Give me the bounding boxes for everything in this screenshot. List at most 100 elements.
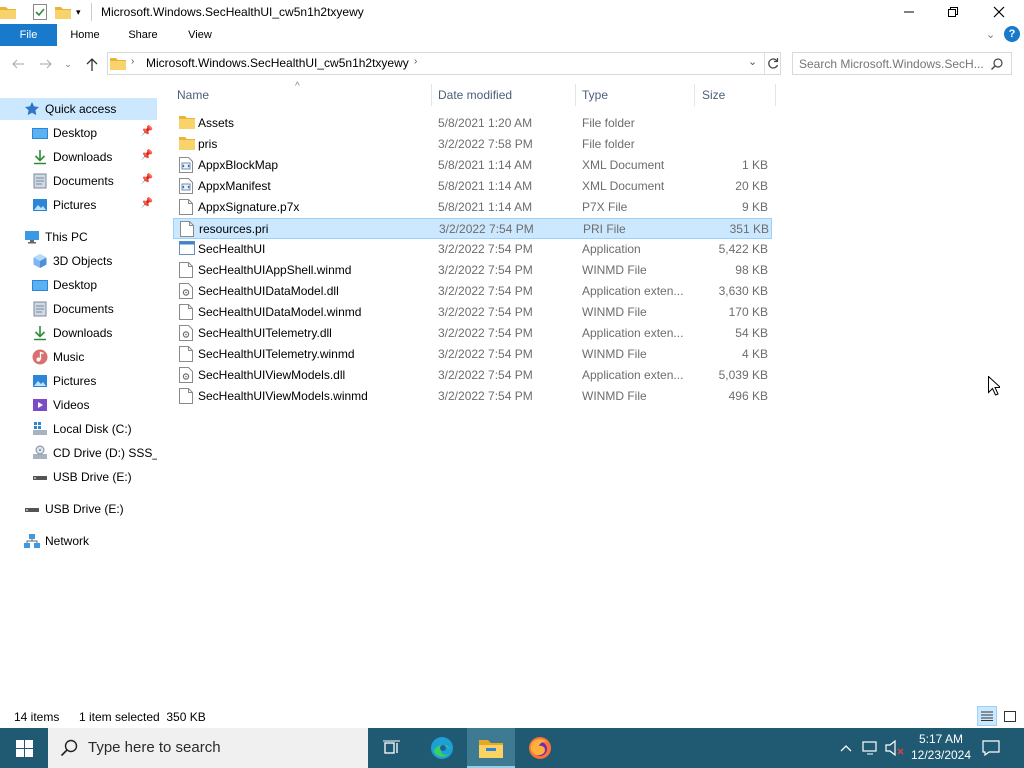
file-row[interactable]: SecHealthUIDataModel.winmd 3/2/2022 7:54 … xyxy=(173,302,772,323)
taskbar-file-explorer[interactable] xyxy=(467,728,515,768)
file-date-modified: 3/2/2022 7:54 PM xyxy=(439,222,534,236)
file-row[interactable]: SecHealthUITelemetry.winmd 3/2/2022 7:54 … xyxy=(173,344,772,365)
documents-icon xyxy=(32,173,48,189)
nav-local-disk[interactable]: Local Disk (C:) xyxy=(0,418,157,440)
file-row[interactable]: resources.pri 3/2/2022 7:54 PM PRI File 351… xyxy=(173,218,772,239)
file-row[interactable]: SecHealthUIAppShell.winmd 3/2/2022 7:54 P… xyxy=(173,260,772,281)
file-size: 3,630 KB xyxy=(718,284,768,298)
file-name: SecHealthUITelemetry.dll xyxy=(198,326,332,340)
nav-usb-drive[interactable]: USB Drive (E:) xyxy=(0,498,157,520)
file-row[interactable]: SecHealthUI 3/2/2022 7:54 PM Application 5,… xyxy=(173,239,772,260)
nav-qa-desktop[interactable]: Desktop 📌 xyxy=(0,122,157,144)
show-hidden-icons-button[interactable] xyxy=(836,728,856,768)
network-tray-button[interactable] xyxy=(860,728,882,768)
column-header-date[interactable]: Date modified xyxy=(432,84,576,106)
taskbar-edge[interactable] xyxy=(418,728,466,768)
documents-icon xyxy=(32,301,48,317)
search-icon[interactable] xyxy=(991,58,1003,70)
minimize-button[interactable] xyxy=(886,0,932,24)
column-header-name[interactable]: Name ^ xyxy=(171,81,432,106)
recent-locations-chevron-icon[interactable]: ⌄ xyxy=(58,54,78,74)
notifications-button[interactable] xyxy=(980,728,1002,768)
file-type: WINMD File xyxy=(582,305,647,319)
network-ethernet-icon xyxy=(862,741,877,755)
nav-qa-pictures[interactable]: Pictures 📌 xyxy=(0,194,157,216)
breadcrumb-chevron-icon[interactable]: › xyxy=(414,56,417,67)
file-date-modified: 3/2/2022 7:54 PM xyxy=(438,326,533,340)
file-row[interactable]: AppxManifest 5/8/2021 1:14 AM XML Document… xyxy=(173,176,772,197)
file-row[interactable]: AppxBlockMap 5/8/2021 1:14 AM XML Document… xyxy=(173,155,772,176)
pin-icon[interactable]: 📌 xyxy=(141,126,153,137)
file-row[interactable]: AppxSignature.p7x 5/8/2021 1:14 AM P7X Fil… xyxy=(173,197,772,218)
search-input[interactable] xyxy=(799,56,985,71)
nav-network[interactable]: Network xyxy=(0,530,157,552)
task-view-icon xyxy=(383,740,400,754)
details-view-button[interactable] xyxy=(977,706,997,726)
file-size: 351 KB xyxy=(729,222,769,236)
file-size: 9 KB xyxy=(741,200,768,214)
customize-toolbar-chevron-icon[interactable]: ▾ xyxy=(76,3,81,21)
nav-cd-drive[interactable]: CD Drive (D:) SSS_X6 xyxy=(0,442,157,464)
address-dropdown-icon[interactable]: ⌄ xyxy=(748,55,757,68)
new-folder-icon[interactable] xyxy=(55,3,71,21)
up-button[interactable] xyxy=(82,54,102,74)
close-button[interactable] xyxy=(976,0,1022,24)
file-row[interactable]: SecHealthUIDataModel.dll 3/2/2022 7:54 PM… xyxy=(173,281,772,302)
file-row[interactable]: SecHealthUIViewModels.dll 3/2/2022 7:54 P… xyxy=(173,365,772,386)
nav-qa-downloads[interactable]: Downloads 📌 xyxy=(0,146,157,168)
folder-icon[interactable] xyxy=(0,3,16,21)
back-button[interactable] xyxy=(8,54,28,74)
star-icon xyxy=(24,101,40,117)
help-icon[interactable]: ? xyxy=(1004,26,1020,42)
column-header-size[interactable]: Size xyxy=(696,84,776,106)
pin-icon[interactable]: 📌 xyxy=(141,150,153,161)
large-icons-view-button[interactable] xyxy=(1000,706,1020,726)
properties-icon[interactable] xyxy=(33,3,47,21)
xml-document-icon xyxy=(179,157,193,173)
breadcrumb-current[interactable]: Microsoft.Windows.SecHealthUI_cw5n1h2txy… xyxy=(146,56,409,70)
nav-music[interactable]: Music xyxy=(0,346,157,368)
file-name: Assets xyxy=(198,116,235,130)
file-row[interactable]: Assets 5/8/2021 1:20 AM File folder xyxy=(173,113,772,134)
restore-button[interactable] xyxy=(930,0,976,24)
nav-this-pc[interactable]: This PC xyxy=(0,226,157,248)
file-row[interactable]: pris 3/2/2022 7:58 PM File folder xyxy=(173,134,772,155)
taskbar-clock[interactable]: 5:17 AM 12/23/2024 xyxy=(906,731,976,763)
file-row[interactable]: SecHealthUIViewModels.winmd 3/2/2022 7:54… xyxy=(173,386,772,407)
breadcrumb-chevron-icon[interactable]: › xyxy=(131,56,134,67)
taskbar-search-box[interactable]: Type here to search xyxy=(48,728,368,768)
file-type: Application exten... xyxy=(582,368,684,382)
forward-button[interactable] xyxy=(36,54,56,74)
nav-quick-access[interactable]: Quick access xyxy=(0,98,157,120)
file-row[interactable]: SecHealthUITelemetry.dll 3/2/2022 7:54 PM… xyxy=(173,323,772,344)
pin-icon[interactable]: 📌 xyxy=(141,174,153,185)
pin-icon[interactable]: 📌 xyxy=(141,198,153,209)
search-box[interactable] xyxy=(792,52,1012,75)
expand-ribbon-chevron-icon[interactable]: ⌄ xyxy=(986,28,995,41)
nav-videos[interactable]: Videos xyxy=(0,394,157,416)
tab-file[interactable]: File xyxy=(0,24,57,46)
nav-usb-drive-sub[interactable]: USB Drive (E:) xyxy=(0,466,157,488)
address-bar[interactable]: › Microsoft.Windows.SecHealthUI_cw5n1h2t… xyxy=(107,52,781,75)
nav-documents[interactable]: Documents xyxy=(0,298,157,320)
refresh-icon[interactable] xyxy=(767,57,779,70)
nav-desktop[interactable]: Desktop xyxy=(0,274,157,296)
nav-pictures[interactable]: Pictures xyxy=(0,370,157,392)
nav-3d-objects[interactable]: 3D Objects xyxy=(0,250,157,272)
nav-qa-documents[interactable]: Documents 📌 xyxy=(0,170,157,192)
tab-home[interactable]: Home xyxy=(60,24,110,46)
file-type: WINMD File xyxy=(582,347,647,361)
tab-view[interactable]: View xyxy=(176,24,224,46)
file-date-modified: 3/2/2022 7:54 PM xyxy=(438,263,533,277)
file-name: AppxSignature.p7x xyxy=(198,200,300,214)
tab-share[interactable]: Share xyxy=(118,24,168,46)
volume-tray-button[interactable] xyxy=(884,728,906,768)
task-view-button[interactable] xyxy=(368,728,416,768)
taskbar-firefox[interactable] xyxy=(516,728,564,768)
start-button[interactable] xyxy=(0,728,48,768)
file-size: 496 KB xyxy=(728,389,768,403)
column-header-type[interactable]: Type xyxy=(576,84,695,106)
nav-downloads[interactable]: Downloads xyxy=(0,322,157,344)
taskbar-search-text: Type here to search xyxy=(88,739,221,756)
minimize-icon xyxy=(904,11,914,13)
